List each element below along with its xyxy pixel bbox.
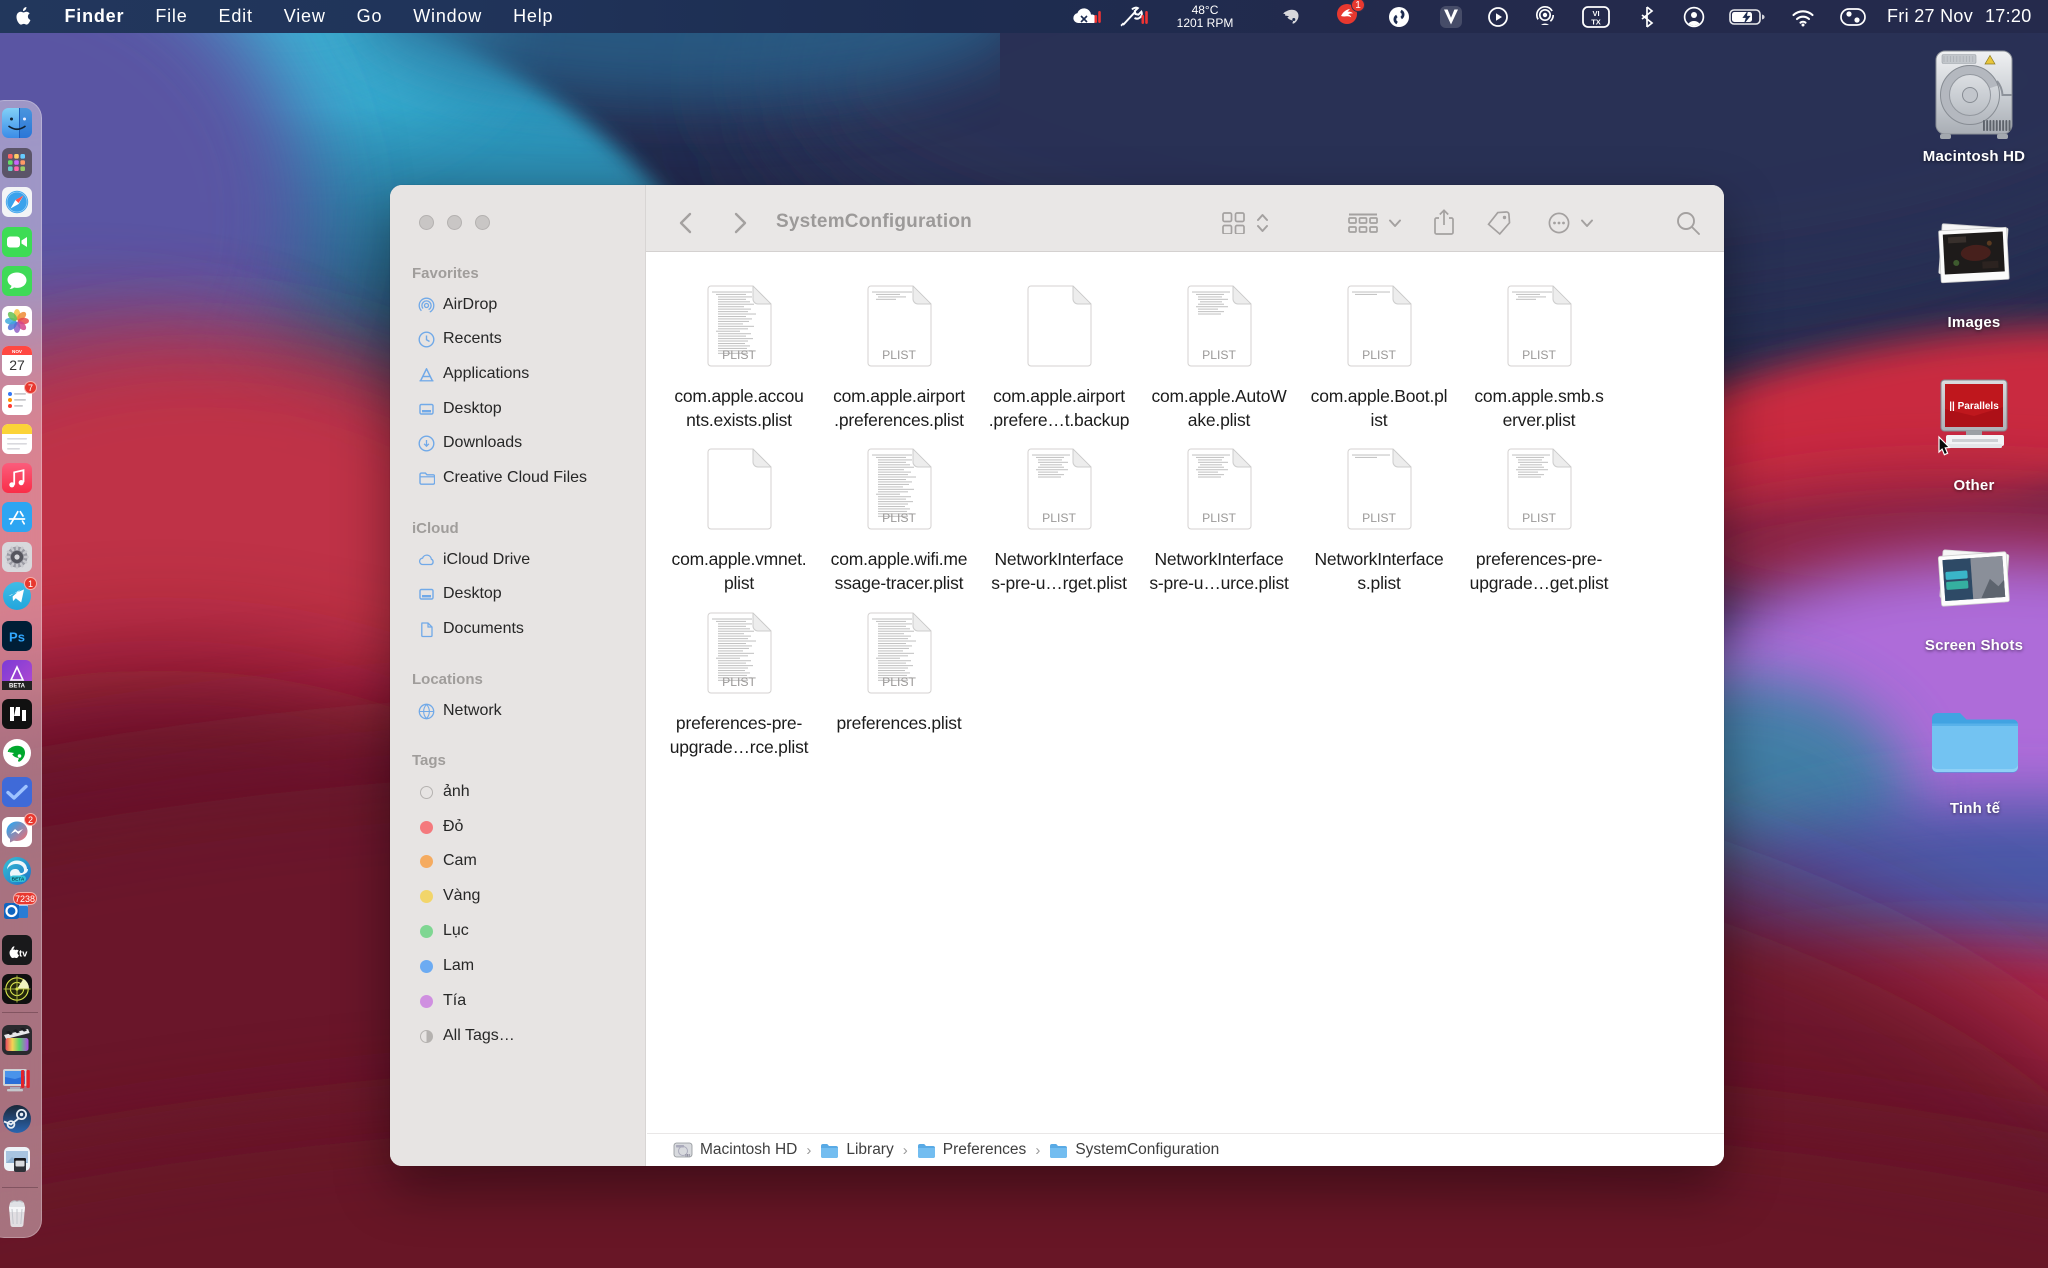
svg-text:PLIST: PLIST — [722, 348, 756, 362]
svg-text:PLIST: PLIST — [882, 675, 916, 689]
svg-text:Ps: Ps — [9, 630, 25, 645]
svg-text:BETA: BETA — [9, 684, 26, 690]
svg-text:tv: tv — [19, 949, 28, 960]
svg-text:PLIST: PLIST — [1202, 348, 1236, 362]
svg-text:|| Parallels: || Parallels — [1949, 401, 1999, 412]
svg-text:PLIST: PLIST — [1202, 511, 1236, 525]
svg-text:27: 27 — [9, 357, 25, 373]
svg-text:PLIST: PLIST — [1522, 348, 1556, 362]
svg-text:PLIST: PLIST — [722, 675, 756, 689]
svg-text:PLIST: PLIST — [1522, 511, 1556, 525]
svg-text:PLIST: PLIST — [882, 511, 916, 525]
svg-text:TX: TX — [1591, 17, 1601, 26]
svg-text:PLIST: PLIST — [1362, 511, 1396, 525]
svg-text:PLIST: PLIST — [1362, 348, 1396, 362]
svg-text:PLIST: PLIST — [882, 348, 916, 362]
svg-text:PLIST: PLIST — [1042, 511, 1076, 525]
svg-text:BETA: BETA — [12, 876, 25, 882]
svg-text:NOV: NOV — [12, 349, 23, 354]
